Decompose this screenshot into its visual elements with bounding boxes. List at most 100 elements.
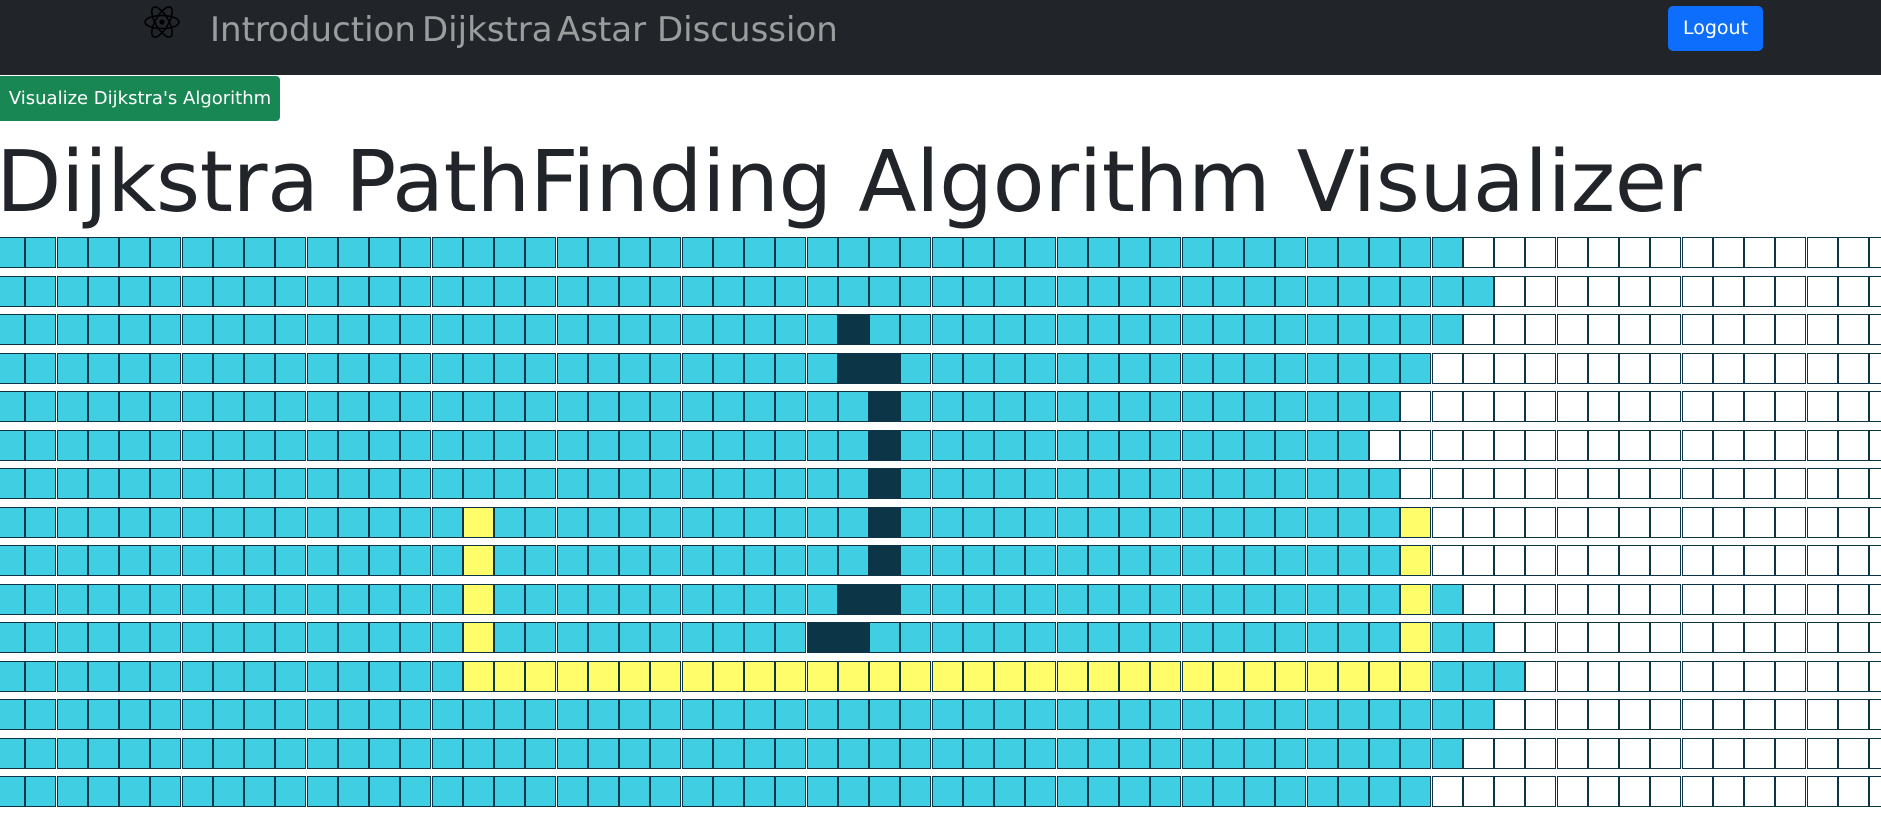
grid-node-unvisited[interactable] xyxy=(1432,545,1463,576)
grid-node-visited[interactable] xyxy=(25,468,56,499)
grid-node-visited[interactable] xyxy=(463,276,494,307)
grid-node-visited[interactable] xyxy=(650,699,681,730)
grid-node-visited[interactable] xyxy=(932,507,963,538)
grid-node-visited[interactable] xyxy=(619,776,650,807)
grid-node-visited[interactable] xyxy=(1119,276,1150,307)
nav-link-dijkstra[interactable]: Dijkstra xyxy=(422,6,553,54)
grid-node-visited[interactable] xyxy=(1057,699,1088,730)
grid-node-visited[interactable] xyxy=(650,584,681,615)
grid-node-visited[interactable] xyxy=(88,776,119,807)
grid-node-visited[interactable] xyxy=(1057,237,1088,268)
grid-node-visited[interactable] xyxy=(588,738,619,769)
grid-node-visited[interactable] xyxy=(88,738,119,769)
grid-node-visited[interactable] xyxy=(25,622,56,653)
grid-node-visited[interactable] xyxy=(619,622,650,653)
grid-node-unvisited[interactable] xyxy=(1588,391,1619,422)
grid-node-visited[interactable] xyxy=(994,584,1025,615)
grid-node-visited[interactable] xyxy=(1025,314,1056,345)
grid-node-visited[interactable] xyxy=(525,314,556,345)
grid-node-visited[interactable] xyxy=(1400,237,1431,268)
grid-node-visited[interactable] xyxy=(838,699,869,730)
grid-node-visited[interactable] xyxy=(25,276,56,307)
grid-node-unvisited[interactable] xyxy=(1557,430,1588,461)
grid-node-unvisited[interactable] xyxy=(1838,776,1869,807)
grid-node-visited[interactable] xyxy=(213,545,244,576)
grid-node-visited[interactable] xyxy=(932,430,963,461)
grid-node-visited[interactable] xyxy=(525,584,556,615)
grid-node-unvisited[interactable] xyxy=(1557,353,1588,384)
grid-node-unvisited[interactable] xyxy=(1650,622,1681,653)
grid-node-visited[interactable] xyxy=(1182,622,1213,653)
grid-node-visited[interactable] xyxy=(432,468,463,499)
grid-node-unvisited[interactable] xyxy=(1557,276,1588,307)
grid-node-unvisited[interactable] xyxy=(1838,545,1869,576)
grid-node-visited[interactable] xyxy=(1244,468,1275,499)
grid-node-visited[interactable] xyxy=(1119,237,1150,268)
grid-node-visited[interactable] xyxy=(838,738,869,769)
grid-node-visited[interactable] xyxy=(588,545,619,576)
grid-node-path[interactable] xyxy=(1400,622,1431,653)
grid-node-visited[interactable] xyxy=(932,391,963,422)
grid-node-unvisited[interactable] xyxy=(1557,314,1588,345)
grid-node-unvisited[interactable] xyxy=(1650,776,1681,807)
grid-node-unvisited[interactable] xyxy=(1494,738,1525,769)
grid-node-path[interactable] xyxy=(1275,661,1306,692)
grid-node-visited[interactable] xyxy=(0,237,25,268)
grid-node-visited[interactable] xyxy=(0,738,25,769)
grid-node-visited[interactable] xyxy=(1182,391,1213,422)
grid-node-visited[interactable] xyxy=(432,738,463,769)
grid-node-visited[interactable] xyxy=(1244,699,1275,730)
grid-node-visited[interactable] xyxy=(182,391,213,422)
grid-node-visited[interactable] xyxy=(525,738,556,769)
grid-node-path[interactable] xyxy=(1400,507,1431,538)
grid-node-visited[interactable] xyxy=(682,391,713,422)
grid-node-visited[interactable] xyxy=(682,584,713,615)
grid-node-visited[interactable] xyxy=(494,430,525,461)
grid-node-visited[interactable] xyxy=(119,430,150,461)
grid-node-visited[interactable] xyxy=(1057,738,1088,769)
grid-node-visited[interactable] xyxy=(807,353,838,384)
grid-node-path[interactable] xyxy=(463,661,494,692)
grid-node-visited[interactable] xyxy=(588,468,619,499)
grid-node-visited[interactable] xyxy=(244,430,275,461)
grid-node-visited[interactable] xyxy=(1088,738,1119,769)
grid-node-visited[interactable] xyxy=(650,507,681,538)
grid-node-visited[interactable] xyxy=(963,776,994,807)
grid-node-path[interactable] xyxy=(994,661,1025,692)
grid-node-visited[interactable] xyxy=(557,699,588,730)
grid-node-visited[interactable] xyxy=(275,507,306,538)
grid-node-visited[interactable] xyxy=(1244,584,1275,615)
grid-node-unvisited[interactable] xyxy=(1525,314,1556,345)
grid-node-visited[interactable] xyxy=(557,776,588,807)
grid-node-visited[interactable] xyxy=(619,738,650,769)
grid-node-visited[interactable] xyxy=(650,545,681,576)
grid-node-visited[interactable] xyxy=(0,430,25,461)
grid-node-visited[interactable] xyxy=(182,699,213,730)
grid-node-visited[interactable] xyxy=(744,314,775,345)
grid-node-visited[interactable] xyxy=(119,622,150,653)
grid-node-unvisited[interactable] xyxy=(1869,738,1881,769)
grid-node-visited[interactable] xyxy=(838,237,869,268)
grid-node-unvisited[interactable] xyxy=(1744,661,1775,692)
grid-node-visited[interactable] xyxy=(838,507,869,538)
grid-node-unvisited[interactable] xyxy=(1557,738,1588,769)
grid-node-unvisited[interactable] xyxy=(1869,276,1881,307)
grid-node-visited[interactable] xyxy=(213,237,244,268)
grid-node-visited[interactable] xyxy=(1369,276,1400,307)
grid-node-unvisited[interactable] xyxy=(1682,699,1713,730)
grid-node-visited[interactable] xyxy=(1338,353,1369,384)
grid-node-visited[interactable] xyxy=(557,276,588,307)
grid-node-unvisited[interactable] xyxy=(1713,584,1744,615)
grid-node-visited[interactable] xyxy=(1150,776,1181,807)
grid-node-visited[interactable] xyxy=(963,237,994,268)
logout-button[interactable]: Logout xyxy=(1668,6,1763,51)
grid-node-visited[interactable] xyxy=(713,237,744,268)
grid-node-visited[interactable] xyxy=(119,584,150,615)
grid-node-unvisited[interactable] xyxy=(1557,584,1588,615)
grid-node-visited[interactable] xyxy=(650,430,681,461)
grid-node-unvisited[interactable] xyxy=(1744,276,1775,307)
grid-node-visited[interactable] xyxy=(869,314,900,345)
grid-node-unvisited[interactable] xyxy=(1713,468,1744,499)
grid-node-unvisited[interactable] xyxy=(1775,391,1806,422)
grid-node-visited[interactable] xyxy=(213,661,244,692)
